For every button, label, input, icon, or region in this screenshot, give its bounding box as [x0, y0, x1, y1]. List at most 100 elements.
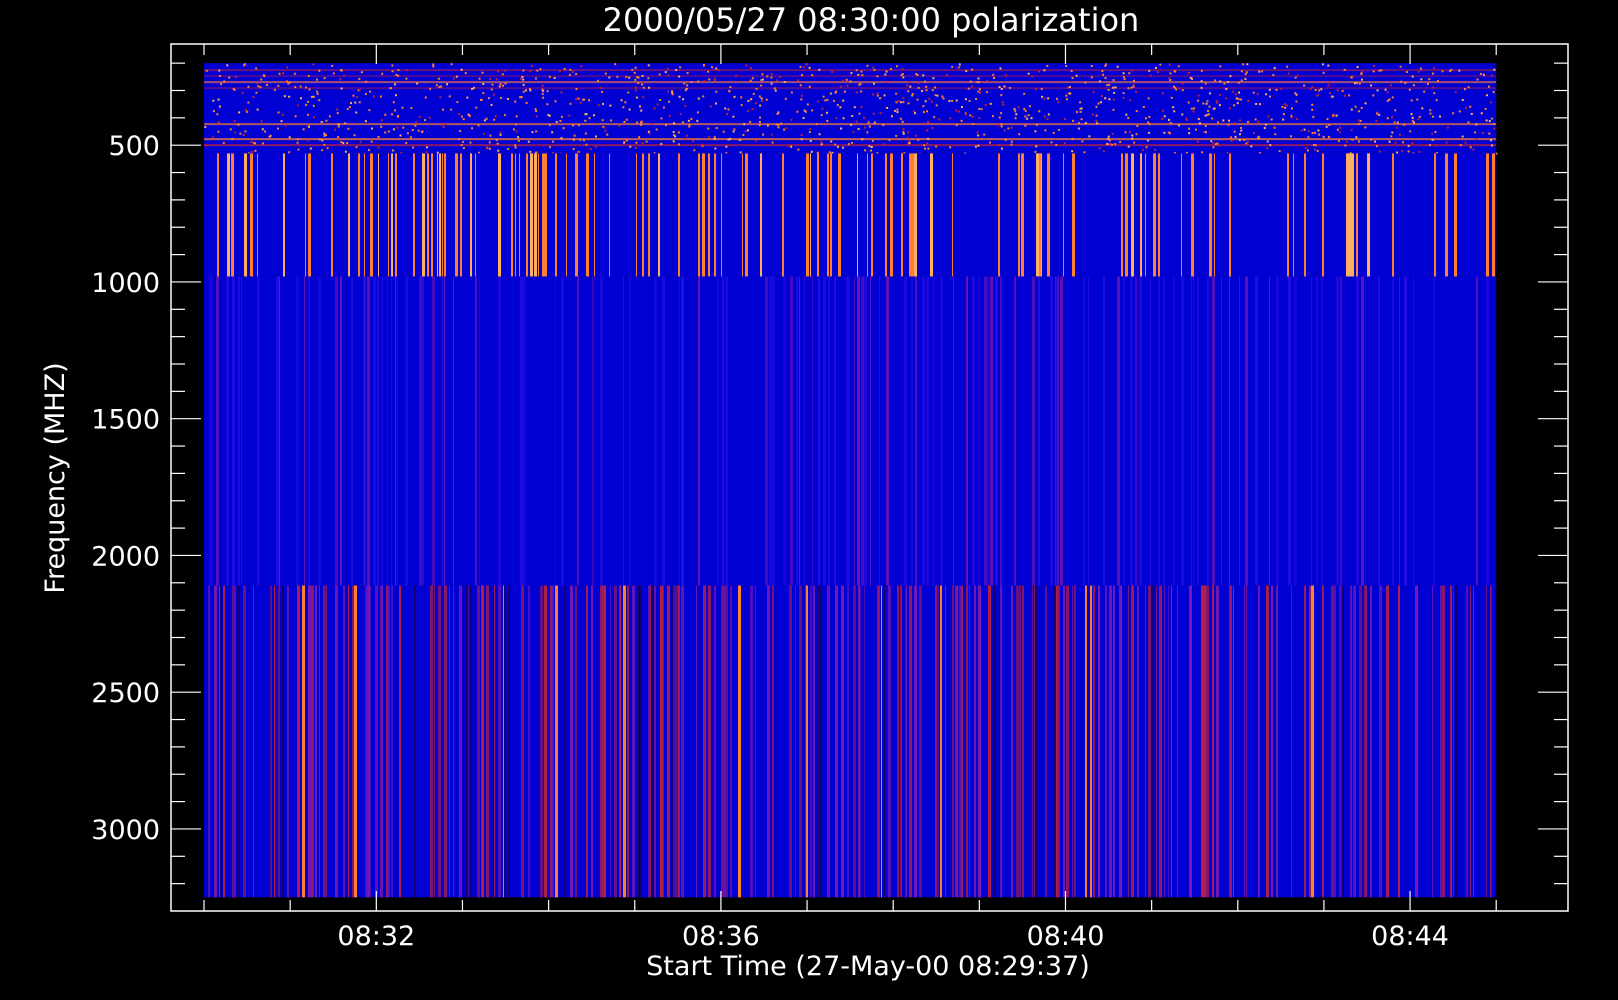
band-speckle [920, 89, 923, 92]
band-speckle [1449, 70, 1452, 73]
band-speckle [1482, 73, 1485, 76]
band-speckle [727, 138, 730, 141]
band-speckle [902, 128, 905, 131]
band-stripe [838, 153, 842, 277]
band-speckle [969, 114, 972, 117]
band-stripe [1011, 585, 1014, 898]
band-speckle [1437, 80, 1440, 83]
band-stripe [570, 585, 574, 898]
band-speckle [808, 66, 811, 69]
band-speckle [577, 124, 580, 127]
band-speckle [1028, 105, 1031, 108]
band-speckle [645, 140, 648, 143]
band-stripe [1057, 585, 1061, 898]
band-speckle [424, 96, 427, 99]
band-speckle [560, 115, 563, 118]
band-speckle [1000, 112, 1003, 115]
band-speckle [394, 109, 397, 112]
band-stripe [214, 585, 218, 898]
band-speckle [842, 117, 845, 120]
band-speckle [879, 97, 882, 100]
band-speckle [211, 136, 214, 139]
band-speckle [926, 142, 929, 145]
band-speckle [636, 121, 639, 124]
band-stripe [1158, 276, 1161, 586]
band-stripe [614, 585, 618, 898]
band-speckle [928, 97, 931, 100]
band-speckle [286, 66, 289, 69]
band-speckle [1421, 107, 1424, 110]
band-stripe [243, 585, 247, 898]
band-speckle [1417, 70, 1420, 73]
band-speckle [1307, 130, 1310, 133]
band-speckle [436, 151, 439, 154]
band-stripe [308, 153, 312, 277]
band-speckle [635, 141, 638, 144]
band-speckle [1112, 86, 1115, 89]
band-speckle [1375, 145, 1378, 148]
band-speckle [1391, 116, 1394, 119]
band-speckle [1472, 148, 1475, 151]
band-stripe [849, 276, 851, 586]
band-speckle [1458, 69, 1461, 72]
band-speckle [1188, 71, 1191, 74]
band-speckle [282, 72, 285, 75]
band-speckle [901, 73, 904, 76]
band-stripe [721, 585, 724, 898]
band-speckle [1263, 126, 1266, 129]
band-speckle [1318, 89, 1321, 92]
band-stripe [696, 585, 698, 898]
band-speckle [1273, 67, 1276, 70]
band-speckle [935, 104, 938, 107]
band-speckle [439, 96, 442, 99]
band-speckle [1068, 86, 1071, 89]
band-stripe [1398, 585, 1401, 898]
band-speckle [948, 100, 951, 103]
band-speckle [658, 73, 661, 76]
band-stripe [1038, 276, 1041, 586]
band-speckle [594, 135, 597, 138]
band-speckle [901, 67, 904, 70]
band-speckle [902, 130, 905, 133]
band-speckle [1170, 96, 1173, 99]
band-speckle [1122, 92, 1125, 95]
band-speckle [608, 76, 611, 79]
band-speckle [1218, 144, 1221, 147]
band-speckle [1490, 117, 1493, 120]
band-speckle [492, 93, 495, 96]
band-stripe [804, 276, 806, 586]
band-stripe [1309, 585, 1312, 898]
band-stripe [270, 585, 273, 898]
band-stripe [1145, 153, 1147, 277]
band-speckle [815, 123, 818, 126]
band-speckle [801, 74, 804, 77]
band-stripe [380, 585, 384, 898]
band-speckle [715, 127, 718, 130]
band-stripe [237, 585, 241, 898]
band-speckle [949, 146, 952, 149]
band-stripe [335, 585, 339, 898]
band-stripe [886, 276, 890, 586]
band-speckle [1254, 118, 1257, 121]
band-stripe [1074, 585, 1077, 898]
band-speckle [531, 65, 534, 68]
band-speckle [212, 99, 215, 102]
band-speckle [597, 104, 600, 107]
band-speckle [255, 91, 258, 94]
band-stripe [370, 585, 372, 898]
band-speckle [857, 73, 860, 76]
band-speckle [651, 123, 654, 126]
band-speckle [758, 95, 761, 98]
band-stripe [915, 276, 918, 586]
band-speckle [945, 73, 948, 76]
band-speckle [803, 66, 806, 69]
band-stripe [995, 276, 999, 586]
band-stripe [1364, 585, 1368, 898]
band-stripe [1356, 153, 1359, 277]
band-speckle [927, 137, 930, 140]
band-speckle [244, 130, 247, 133]
band-speckle [1119, 140, 1122, 143]
band-speckle [402, 126, 405, 129]
band-speckle [996, 124, 999, 127]
y-tick-label: 500 [108, 131, 160, 162]
